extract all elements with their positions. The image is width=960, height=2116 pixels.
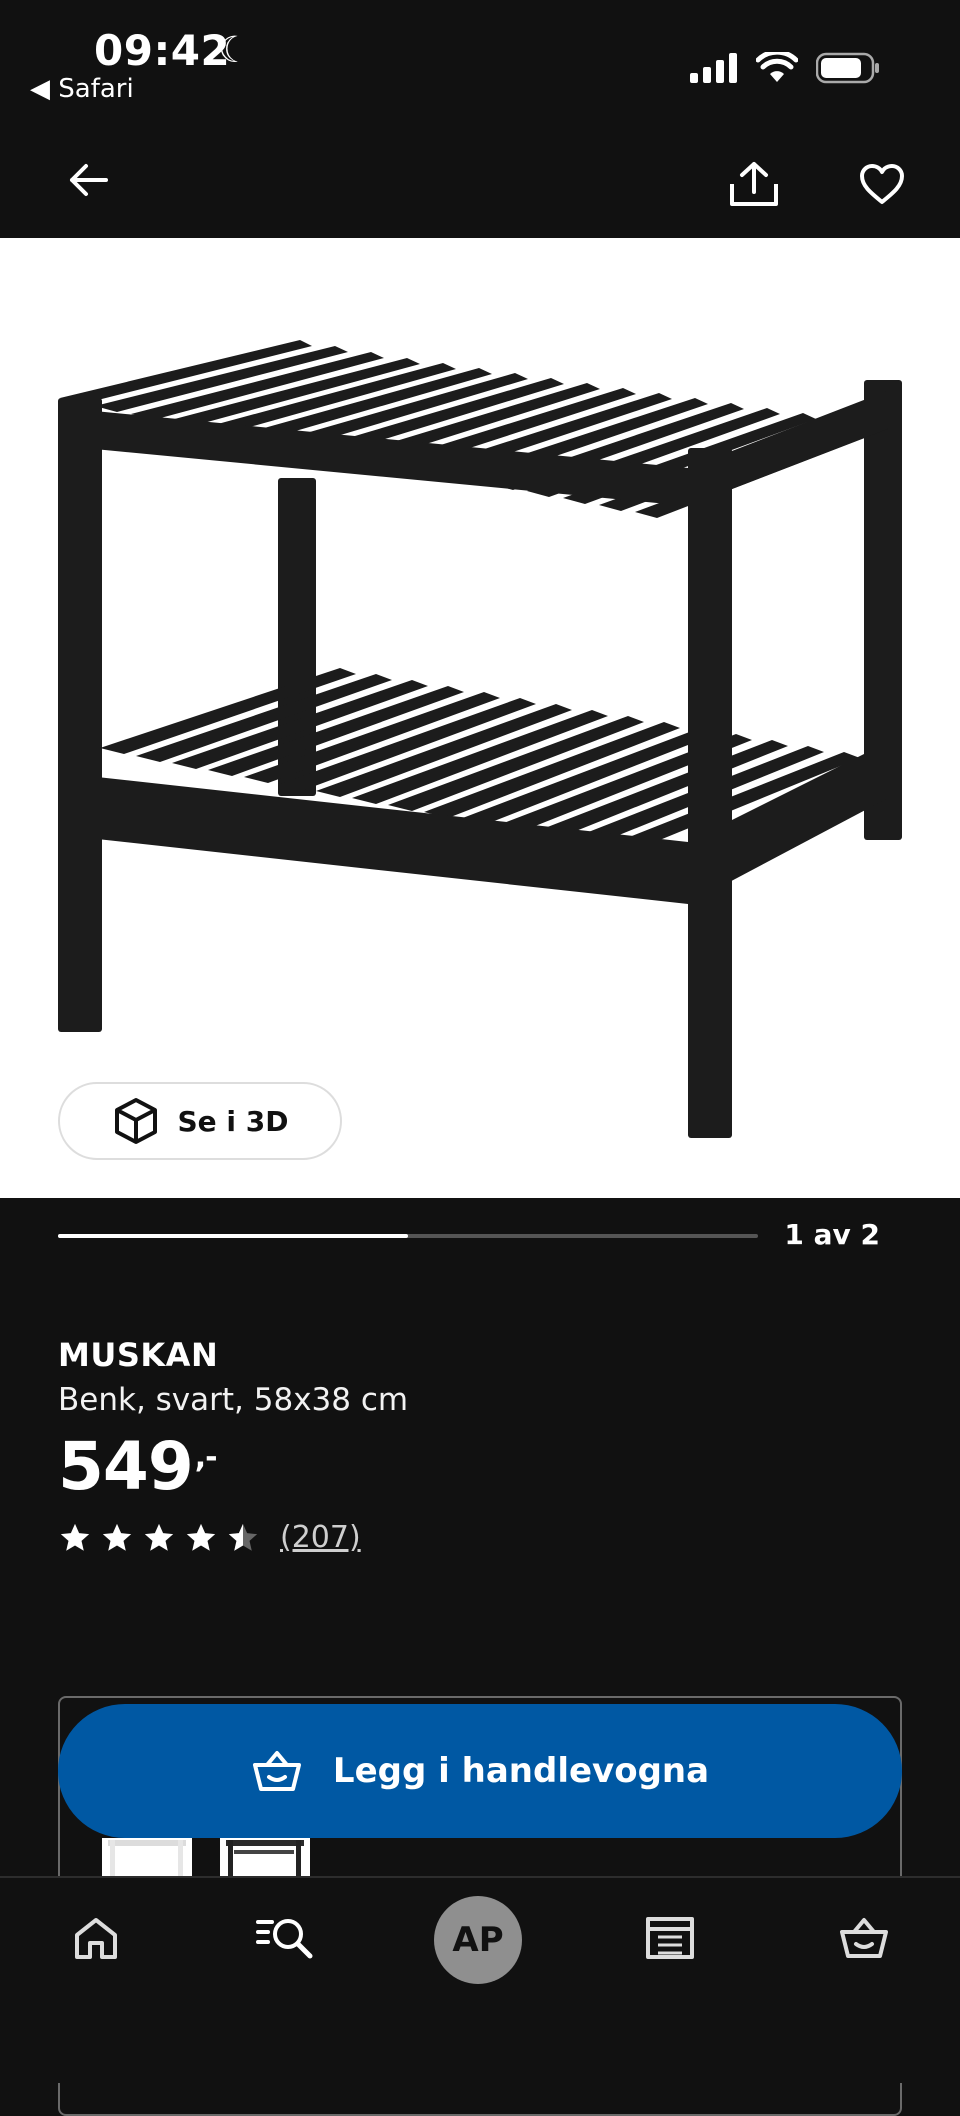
signal-icon	[690, 53, 737, 83]
nav-search[interactable]	[238, 1906, 334, 1970]
product-description: Benk, svart, 58x38 cm	[58, 1382, 409, 1418]
back-app-label: Safari	[58, 74, 134, 104]
nav-profile-avatar[interactable]: AP	[434, 1896, 522, 1984]
status-icons	[690, 52, 880, 84]
half-star-icon	[228, 1523, 258, 1551]
add-to-cart-label: Legg i handlevogna	[332, 1751, 710, 1791]
battery-icon	[816, 52, 879, 84]
variant-black-image	[220, 1838, 310, 1878]
variant-thumbnail-white[interactable]	[102, 1838, 192, 1878]
gallery-progress-fill	[58, 1234, 408, 1238]
do-not-disturb-icon: ☾	[218, 30, 251, 71]
price-value: 549	[58, 1428, 194, 1505]
search-icon	[256, 1919, 313, 1959]
review-count-link[interactable]: (207)	[280, 1520, 361, 1555]
gallery-page-indicator: 1 av 2	[784, 1218, 880, 1251]
back-button[interactable]	[60, 152, 116, 208]
favorite-button[interactable]	[854, 156, 910, 212]
product-rating[interactable]: (207)	[58, 1520, 361, 1555]
variant-white-image	[102, 1838, 192, 1878]
add-to-cart-button[interactable]: Legg i handlevogna	[58, 1704, 902, 1838]
home-icon	[75, 1918, 117, 1959]
product-image-gallery[interactable]	[0, 238, 960, 1198]
view-3d-button[interactable]: Se i 3D	[58, 1082, 342, 1160]
wifi-icon	[756, 52, 798, 82]
product-image	[58, 340, 902, 1138]
status-time: 09:42	[94, 26, 231, 75]
gallery-progress	[58, 1234, 758, 1238]
back-to-app[interactable]: ◀ Safari	[30, 74, 134, 104]
store-icon	[646, 1917, 694, 1959]
star-icon	[186, 1523, 216, 1551]
cube-icon	[114, 1098, 157, 1144]
arrow-left-icon	[70, 164, 108, 196]
basket-icon	[252, 1751, 301, 1791]
heart-icon	[860, 164, 904, 204]
product-price: 549 ,-	[58, 1428, 218, 1505]
star-icon	[102, 1523, 132, 1551]
nav-home[interactable]	[48, 1906, 144, 1970]
basket-icon	[840, 1918, 888, 1958]
variant-thumbnail-black[interactable]	[220, 1838, 310, 1878]
share-icon	[730, 162, 778, 206]
nav-cart[interactable]	[816, 1906, 912, 1970]
product-name: MUSKAN	[58, 1336, 219, 1374]
price-suffix: ,-	[194, 1440, 218, 1475]
star-icon	[144, 1523, 174, 1551]
view-3d-label: Se i 3D	[177, 1104, 289, 1138]
nav-stores[interactable]	[622, 1906, 718, 1970]
share-button[interactable]	[726, 156, 782, 212]
back-triangle-icon: ◀	[30, 74, 50, 104]
star-icon	[60, 1523, 90, 1551]
